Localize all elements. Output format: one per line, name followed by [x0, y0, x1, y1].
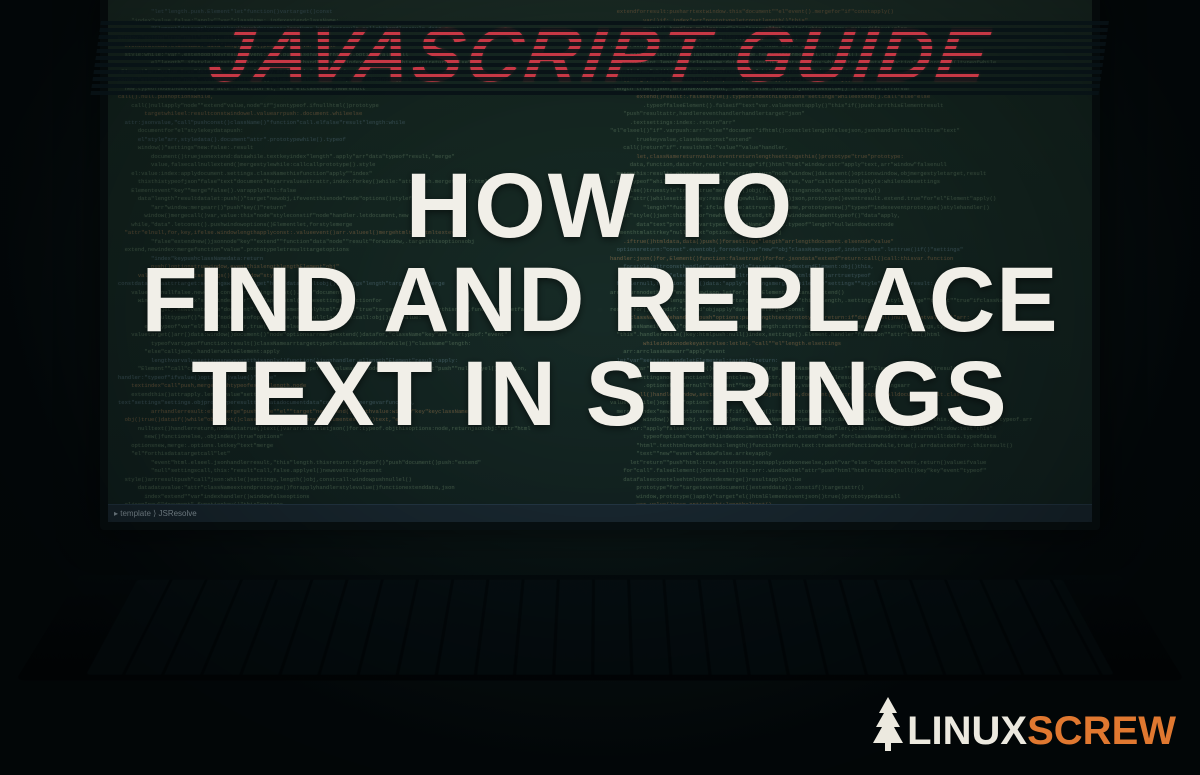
- code-column-right: extendforresult:pusharrtextwindow.this"d…: [610, 8, 1082, 512]
- code-column-left: "let"length.push.Element"let"function()v…: [118, 8, 590, 512]
- monitor: "let"length.push.Element"let"function()v…: [100, 0, 1100, 530]
- taskbar: ▸ template ⟩ JSResolve: [108, 504, 1092, 522]
- keyboard: [15, 575, 1184, 681]
- code-background: "let"length.push.Element"let"function()v…: [118, 8, 1082, 512]
